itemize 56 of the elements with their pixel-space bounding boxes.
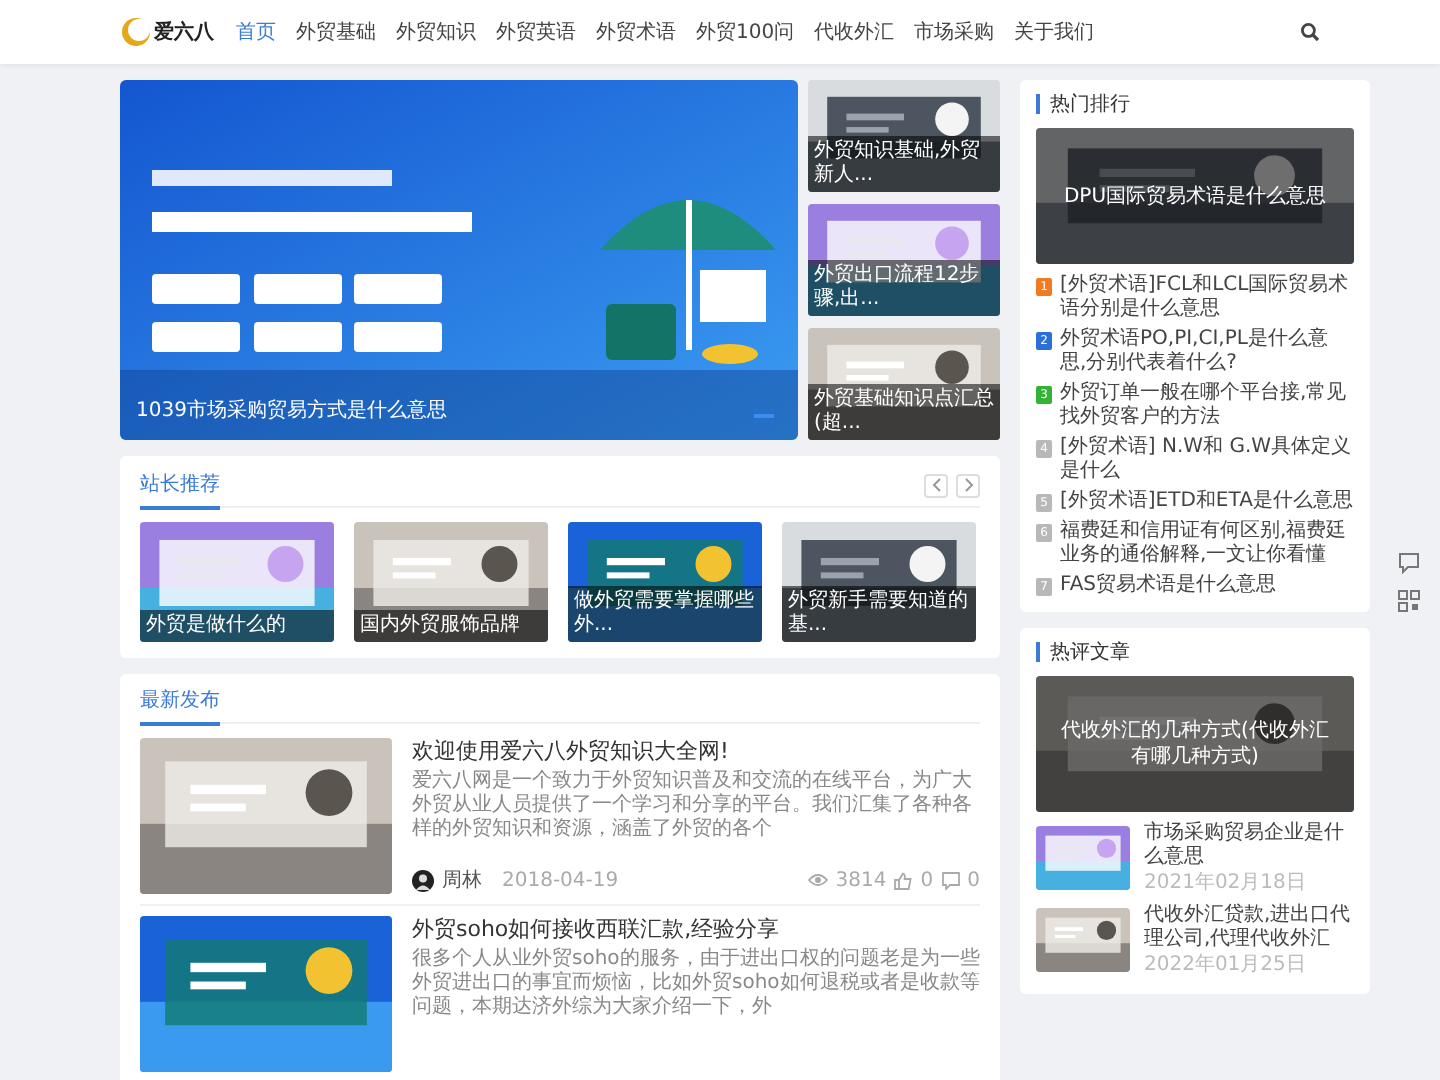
chevron-left-icon	[931, 478, 941, 492]
post-excerpt: 爱六八网是一个致力于外贸知识普及和交流的在线平台，为广大外贸从业人员提供了一个学习和分享的平台。我们汇集了各种各样的外贸知识和资源，涵盖了外贸的各个	[412, 770, 974, 842]
avatar-icon	[412, 869, 434, 891]
nav-link[interactable]: 外贸知识	[396, 18, 476, 46]
comment-icon[interactable]	[941, 871, 960, 889]
feature-caption[interactable]: 代收外汇的几种方式(代收外汇有哪几种方式)	[1036, 676, 1354, 812]
author-name[interactable]: 周林	[442, 866, 482, 894]
article-date: 2021年02月18日	[1144, 872, 1308, 896]
post-caption[interactable]: 国内外贸服饰品牌	[354, 610, 548, 642]
post-excerpt: 很多个人从业外贸soho的服务，由于进出口权的问题老是为一些外贸进出口的事宜而烦恼，比如外贸soho如何退税或者是收款等问题，本期达济外综为大家介绍一下，外	[412, 948, 980, 1020]
post-date: 2018-04-19	[502, 869, 619, 891]
ranking-link[interactable]: 外贸术语PO,PI,CI,PL是什么意思,分别代表着什么?	[1060, 328, 1354, 376]
ranking-link[interactable]: [外贸术语] N.W和 G.W具体定义是什么	[1060, 436, 1354, 484]
search-icon[interactable]	[1300, 22, 1320, 42]
ranking-link[interactable]: 外贸订单一般在哪个平台接,常见找外贸客户的方法	[1060, 382, 1354, 430]
banner-caption[interactable]: 1039市场采购贸易方式是什么意思	[136, 396, 447, 424]
nav-link[interactable]: 市场采购	[914, 18, 995, 46]
thumbs-up-icon[interactable]	[894, 871, 913, 889]
ranking-link[interactable]: FAS贸易术语是什么意思	[1060, 574, 1277, 598]
ranking-link[interactable]: [外贸术语]FCL和LCL国际贸易术语分别是什么意思	[1060, 274, 1354, 322]
nav-link[interactable]: 外贸术语	[596, 18, 676, 46]
chevron-right-icon	[963, 478, 973, 492]
view-count: 3814	[835, 869, 887, 891]
nav-link[interactable]: 外贸100问	[696, 18, 795, 46]
post-caption[interactable]: 外贸出口流程12步骤,出...	[808, 260, 1000, 316]
eye-icon	[807, 872, 828, 888]
section-title: 热门排行	[1050, 91, 1130, 118]
nav-link[interactable]: 代收外汇	[814, 18, 895, 46]
post-caption[interactable]: 外贸知识基础,外贸新人...	[808, 136, 1000, 192]
previous-button[interactable]	[924, 473, 948, 497]
ranking-link[interactable]: 福费廷和信用证有何区别,福费廷业务的通俗解释,一文让你看懂	[1060, 520, 1354, 568]
next-button[interactable]	[956, 473, 980, 497]
nav-link[interactable]: 关于我们	[1014, 18, 1095, 46]
ranking-link[interactable]: [外贸术语]ETD和ETA是什么意思	[1060, 490, 1353, 514]
feature-caption[interactable]: DPU国际贸易术语是什么意思	[1036, 128, 1354, 264]
article-link[interactable]: 代收外汇贷款,进出口代理公司,代理代收外汇	[1144, 904, 1354, 952]
post-caption[interactable]: 外贸新手需要知道的基...	[782, 586, 976, 642]
post-caption[interactable]: 外贸基础知识点汇总(超...	[808, 384, 1000, 440]
section-title: 站长推荐	[140, 462, 220, 510]
qr-code-icon[interactable]	[1398, 590, 1420, 612]
nav-link[interactable]: 外贸英语	[496, 18, 576, 46]
post-caption[interactable]: 做外贸需要掌握哪些外...	[568, 586, 762, 642]
like-count: 0	[920, 869, 934, 891]
section-title: 热评文章	[1050, 639, 1130, 666]
section-title: 最新发布	[140, 678, 220, 726]
article-date: 2022年01月25日	[1144, 954, 1308, 978]
chat-icon[interactable]	[1398, 552, 1420, 574]
post-caption[interactable]: 外贸是做什么的	[140, 610, 334, 642]
article-link[interactable]: 市场采购贸易企业是什么意思	[1144, 822, 1354, 870]
post-title[interactable]: 外贸soho如何接收西联汇款,经验分享	[412, 916, 980, 942]
nav-link[interactable]: 外贸基础	[296, 18, 376, 46]
nav-link[interactable]: 首页	[236, 18, 276, 46]
post-title[interactable]: 欢迎使用爱六八外贸知识大全网!	[412, 738, 980, 764]
logo-icon	[120, 16, 152, 48]
comment-count: 0	[967, 869, 980, 891]
logo-text[interactable]: 爱六八	[154, 18, 214, 46]
